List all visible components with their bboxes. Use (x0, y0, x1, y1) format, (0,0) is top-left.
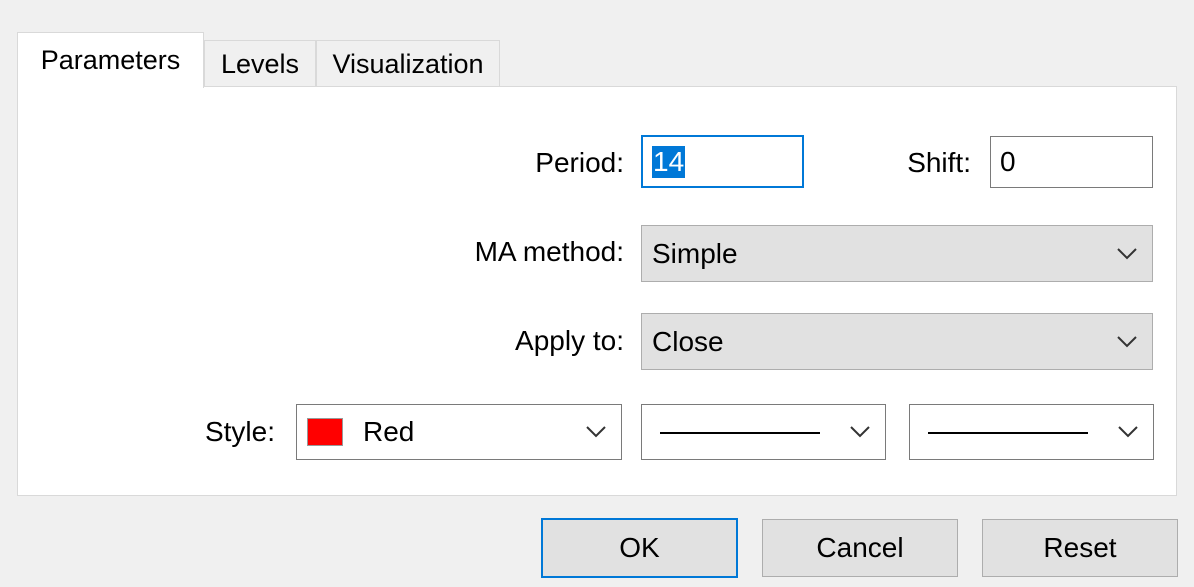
chevron-down-icon (586, 426, 606, 438)
period-label: Period: (535, 147, 624, 178)
color-swatch (307, 418, 343, 446)
shift-value: 0 (1000, 146, 1016, 177)
tab-parameters-label: Parameters (40, 45, 181, 75)
chevron-down-icon (1117, 335, 1137, 347)
cancel-button[interactable]: Cancel (762, 519, 958, 577)
style-label: Style: (204, 416, 275, 447)
reset-button[interactable]: Reset (982, 519, 1178, 577)
style-color-select[interactable]: Red (296, 404, 622, 460)
chevron-down-icon (1118, 426, 1138, 438)
apply-to-select[interactable]: Close (641, 313, 1153, 370)
line-style-select[interactable] (641, 404, 886, 460)
ma-method-value: Simple (652, 237, 738, 269)
tab-levels[interactable]: Levels (204, 40, 316, 87)
ma-method-label: MA method: (474, 236, 624, 267)
shift-input[interactable]: 0 (990, 136, 1153, 188)
ok-button[interactable]: OK (541, 518, 738, 578)
period-input[interactable]: 14 (641, 135, 804, 188)
apply-to-value: Close (652, 325, 724, 357)
line-width-select[interactable] (909, 404, 1154, 460)
ma-method-select[interactable]: Simple (641, 225, 1153, 282)
chevron-down-icon (850, 426, 870, 438)
period-value: 14 (652, 145, 686, 178)
tab-levels-label: Levels (220, 48, 300, 79)
style-color-name: Red (363, 416, 415, 447)
tab-visualization-label: Visualization (332, 48, 484, 79)
line-style-sample (660, 432, 820, 434)
tab-visualization[interactable]: Visualization (316, 40, 500, 87)
line-width-sample (928, 432, 1088, 434)
chevron-down-icon (1117, 247, 1137, 259)
shift-label: Shift: (907, 147, 971, 178)
apply-to-label: Apply to: (515, 325, 624, 356)
tab-parameters[interactable]: Parameters (17, 32, 204, 88)
